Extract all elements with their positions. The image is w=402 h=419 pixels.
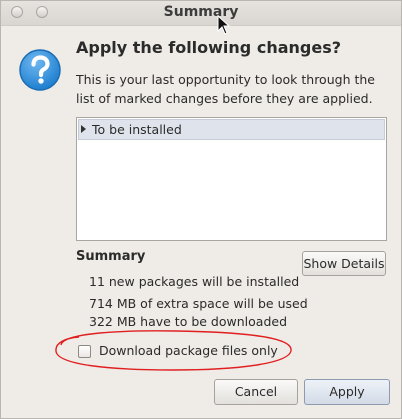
summary-extra-space: 714 MB of extra space will be used bbox=[89, 296, 308, 311]
question-icon bbox=[19, 49, 61, 91]
list-item-to-be-installed[interactable]: To be installed bbox=[78, 119, 385, 140]
download-only-checkbox[interactable] bbox=[78, 345, 91, 358]
summary-new-packages: 11 new packages will be installed bbox=[89, 274, 300, 289]
dialog-heading: Apply the following changes? bbox=[76, 38, 341, 57]
cancel-button[interactable]: Cancel bbox=[214, 379, 298, 405]
mouse-pointer-icon bbox=[217, 15, 231, 35]
dialog-description: This is your last opportunity to look th… bbox=[76, 72, 375, 106]
apply-button[interactable]: Apply bbox=[304, 379, 390, 405]
expander-arrow-icon[interactable] bbox=[81, 125, 86, 133]
window-title: Summary bbox=[163, 4, 239, 20]
show-details-button[interactable]: Show Details bbox=[302, 251, 386, 276]
list-item-label: To be installed bbox=[92, 122, 182, 137]
summary-heading: Summary bbox=[76, 249, 146, 264]
changes-list[interactable]: To be installed bbox=[76, 117, 387, 241]
summary-dialog-window: Summary Apply the following changes? Thi… bbox=[0, 0, 402, 419]
titlebar: Summary bbox=[1, 1, 401, 26]
download-only-label[interactable]: Download package files only bbox=[99, 343, 278, 358]
